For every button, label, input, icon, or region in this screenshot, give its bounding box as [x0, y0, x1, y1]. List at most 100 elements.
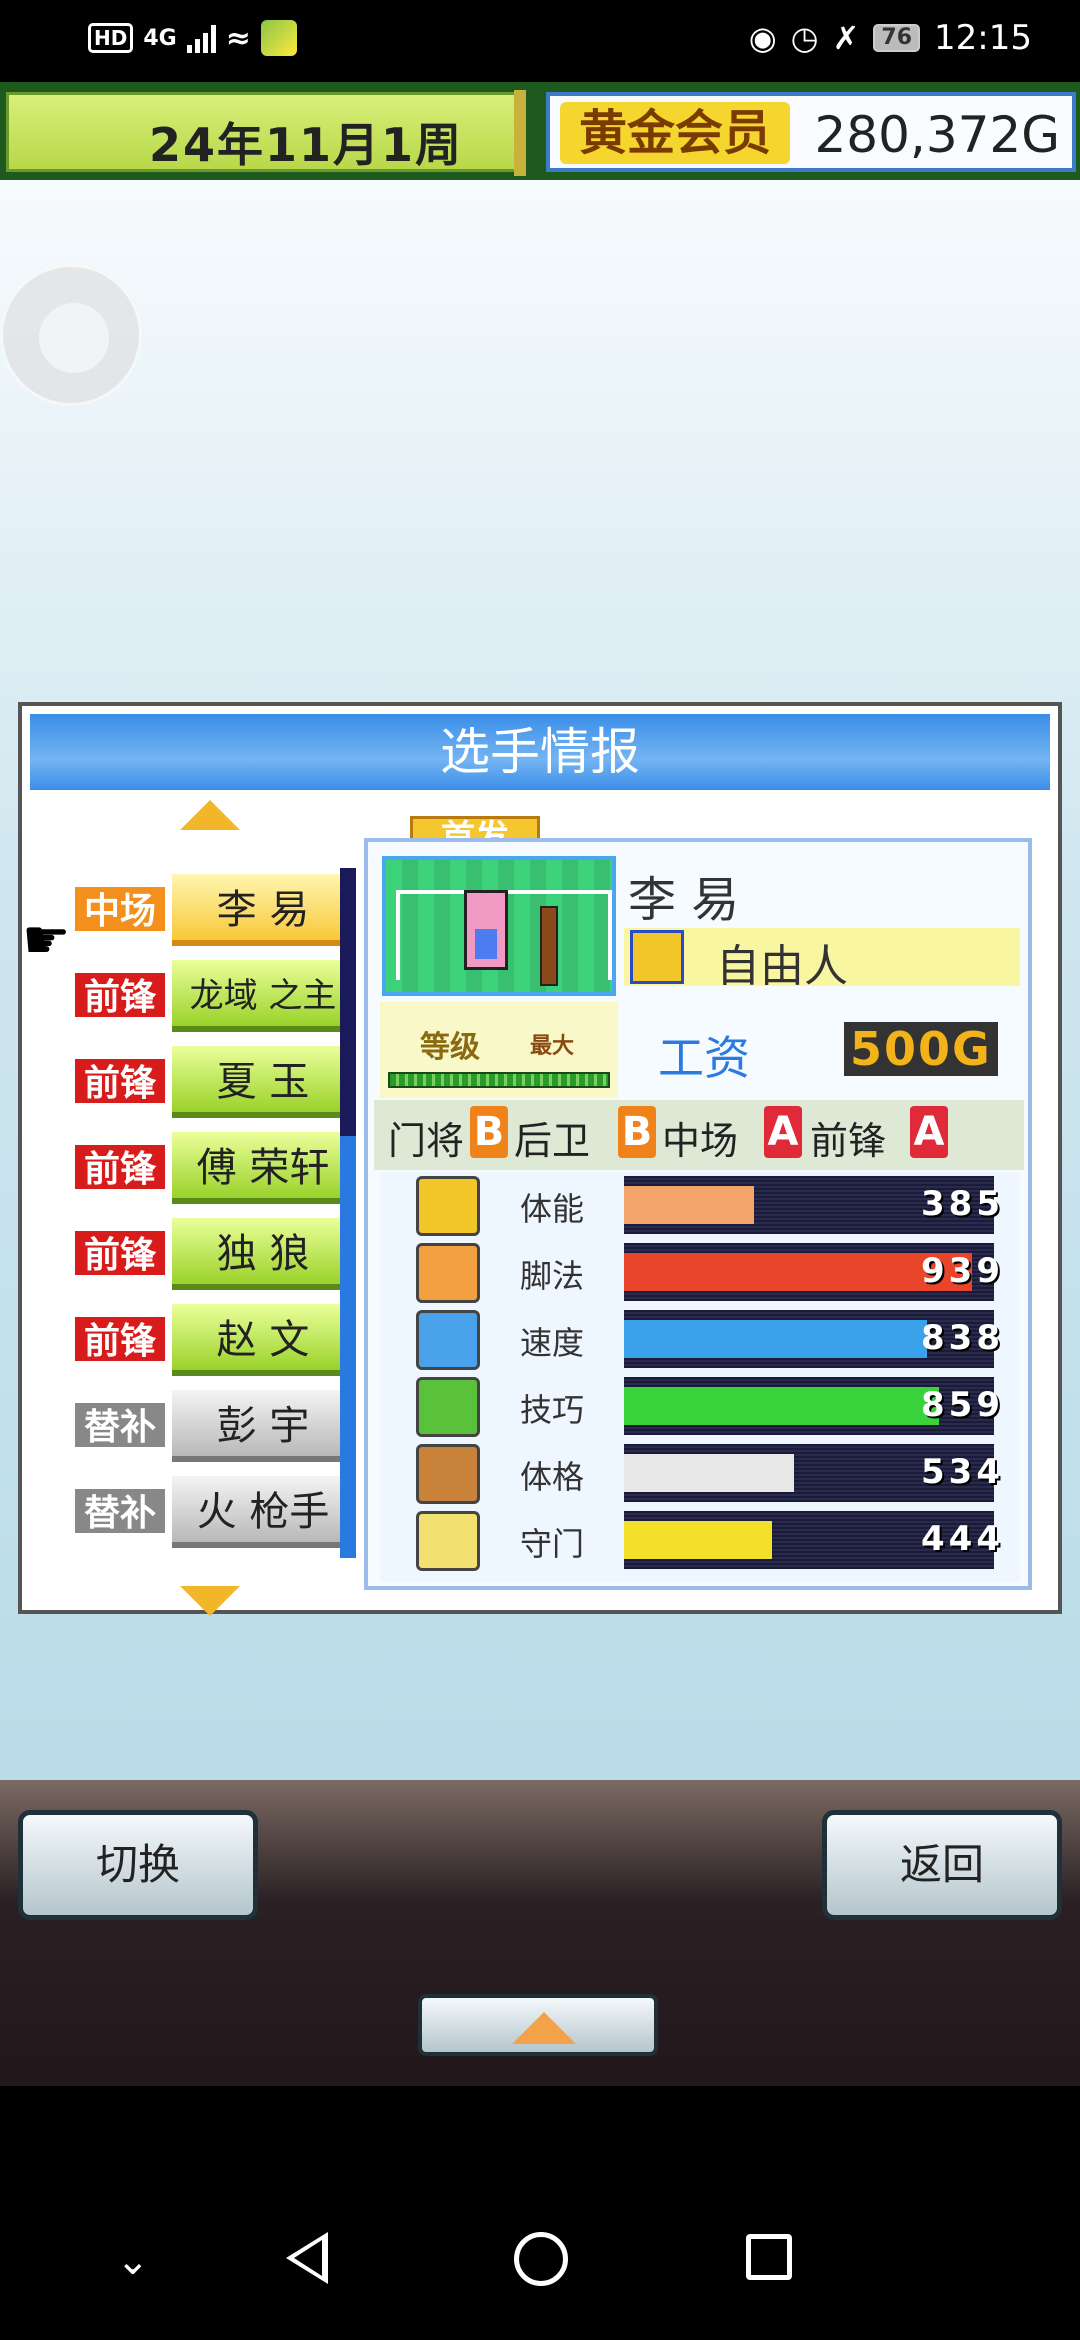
position-badge: 替补 — [72, 1400, 168, 1450]
player-list: 中场 李 易 前锋 龙域 之主 前锋 夏 玉 前锋 傅 荣轩 前锋 独 狼 前锋… — [52, 866, 362, 1554]
nav-recent-icon[interactable] — [746, 2234, 792, 2280]
rank-role: 前锋 — [810, 1119, 887, 1163]
back-button[interactable]: 返回 — [822, 1810, 1062, 1920]
position-badge: 前锋 — [72, 970, 168, 1020]
stat-fill — [624, 1186, 754, 1224]
gamepad-float-button[interactable] — [0, 264, 142, 406]
game-header: 24年11月1周 黄金会员 280,372G — [0, 82, 1080, 180]
salary-label: 工资 — [658, 1031, 750, 1085]
player-row[interactable]: 替补 彭 宇 — [52, 1382, 362, 1468]
stat-value: 939 — [921, 1251, 1004, 1291]
dialog-title: 选手情报 — [30, 714, 1050, 790]
level-label: 等级 — [420, 1030, 480, 1065]
game-date: 24年11月1周 — [149, 118, 464, 172]
stat-value: 859 — [921, 1385, 1004, 1425]
boot-icon — [416, 1243, 480, 1303]
stat-value: 444 — [921, 1519, 1004, 1559]
mute-icon: ✗ — [832, 19, 860, 57]
player-row[interactable]: 替补 火 枪手 — [52, 1468, 362, 1554]
stat-label: 守门 — [520, 1525, 585, 1563]
position-badge: 前锋 — [72, 1314, 168, 1364]
date-box: 24年11月1周 — [6, 92, 520, 172]
game-area: 选手情报 ☛ 中场 李 易 前锋 龙域 之主 前锋 夏 玉 前锋 傅 荣轩 前锋 — [0, 180, 1080, 1780]
muscle-icon — [416, 1444, 480, 1504]
player-row[interactable]: 前锋 傅 荣轩 — [52, 1124, 362, 1210]
rank-role: 后卫 — [514, 1119, 591, 1163]
stat-bar: 838 — [624, 1310, 1000, 1368]
player-name: 傅 荣轩 — [172, 1132, 354, 1204]
player-detail-panel: 李 易 自由人 等级 最大 工资 500G 门将 B 后卫 B 中场 A 前锋 … — [364, 838, 1032, 1590]
stat-row: 体格 534 — [380, 1440, 1020, 1506]
stat-bar: 534 — [624, 1444, 1000, 1502]
stat-label: 体格 — [520, 1458, 585, 1496]
dribble-icon — [416, 1377, 480, 1437]
alarm-icon: ◷ — [790, 19, 819, 57]
scrollbar-thumb[interactable] — [340, 868, 356, 1136]
stat-value: 534 — [921, 1452, 1004, 1492]
membership-badge: 黄金会员 — [560, 102, 790, 164]
stat-fill — [624, 1454, 795, 1492]
player-row[interactable]: 前锋 赵 文 — [52, 1296, 362, 1382]
stat-row: 守门 444 — [380, 1507, 1020, 1573]
position-badge: 前锋 — [72, 1142, 168, 1192]
stat-label: 速度 — [520, 1324, 585, 1362]
network-type-label: 4G — [143, 25, 177, 51]
stat-fill — [624, 1253, 972, 1291]
stat-value: 385 — [921, 1184, 1004, 1224]
clock-time: 12:15 — [934, 18, 1032, 58]
glove-icon — [416, 1511, 480, 1571]
rank-grade: A — [910, 1106, 948, 1158]
position-badge: 替补 — [72, 1486, 168, 1536]
position-ranks: 门将 B 后卫 B 中场 A 前锋 A — [374, 1100, 1024, 1170]
rank-role: 中场 — [662, 1119, 739, 1163]
stat-row: 技巧 859 — [380, 1373, 1020, 1439]
switch-button[interactable]: 切换 — [18, 1810, 258, 1920]
battery-icon — [416, 1176, 480, 1236]
rank-grade: B — [470, 1106, 508, 1158]
rank-grade: B — [618, 1106, 656, 1158]
chevron-down-icon[interactable]: ⌄ — [116, 2238, 150, 2284]
header-divider — [514, 90, 526, 176]
stat-fill — [624, 1387, 939, 1425]
arrow-down-icon[interactable] — [180, 1586, 240, 1616]
stat-label: 体能 — [520, 1190, 585, 1228]
bottom-controls: 切换 返回 — [0, 1780, 1080, 2086]
player-portrait — [382, 856, 616, 996]
position-badge: 前锋 — [72, 1228, 168, 1278]
menu-up-button[interactable] — [418, 1994, 658, 2056]
stats-panel: 体能 385 脚法 939 速度 838 技巧 859 体格 534 守门 44… — [380, 1172, 1020, 1582]
running-icon — [416, 1310, 480, 1370]
level-max-label: 最大 — [530, 1034, 575, 1059]
player-row[interactable]: 前锋 夏 玉 — [52, 1038, 362, 1124]
nav-home-icon[interactable] — [514, 2232, 568, 2286]
player-name: 火 枪手 — [172, 1476, 354, 1548]
stat-bar: 385 — [624, 1176, 1000, 1234]
player-row[interactable]: 中场 李 易 — [52, 866, 362, 952]
role-box: 自由人 — [624, 928, 1020, 992]
nav-back-icon[interactable] — [286, 2232, 328, 2284]
player-name: 李 易 — [172, 874, 354, 946]
player-row[interactable]: 前锋 龙域 之主 — [52, 952, 362, 1038]
stat-bar: 939 — [624, 1243, 1000, 1301]
position-badge: 前锋 — [72, 1056, 168, 1106]
system-nav-bar: ⌄ — [0, 2086, 1080, 2340]
player-info-dialog: 选手情报 ☛ 中场 李 易 前锋 龙域 之主 前锋 夏 玉 前锋 傅 荣轩 前锋 — [18, 702, 1062, 1616]
player-name: 夏 玉 — [172, 1046, 354, 1118]
arrow-up-icon[interactable] — [180, 800, 240, 830]
list-scrollbar[interactable] — [340, 868, 356, 1558]
rank-role: 门将 — [388, 1119, 465, 1163]
wifi-icon: ≈ — [225, 20, 251, 56]
level-bar — [388, 1072, 610, 1088]
money-value: 280,372G — [814, 106, 1060, 164]
player-row[interactable]: 前锋 独 狼 — [52, 1210, 362, 1296]
stat-bar: 859 — [624, 1377, 1000, 1435]
player-sprite — [464, 890, 508, 970]
status-bar: HD 4G ≈ ◉ ◷ ✗ 76 12:15 — [0, 0, 1080, 82]
stat-fill — [624, 1521, 772, 1559]
stat-bar: 444 — [624, 1511, 1000, 1569]
money-box: 黄金会员 280,372G — [546, 92, 1076, 172]
stat-row: 体能 385 — [380, 1172, 1020, 1238]
role-label: 自由人 — [716, 941, 848, 992]
player-name: 彭 宇 — [172, 1390, 354, 1462]
free-role-icon — [630, 930, 684, 984]
